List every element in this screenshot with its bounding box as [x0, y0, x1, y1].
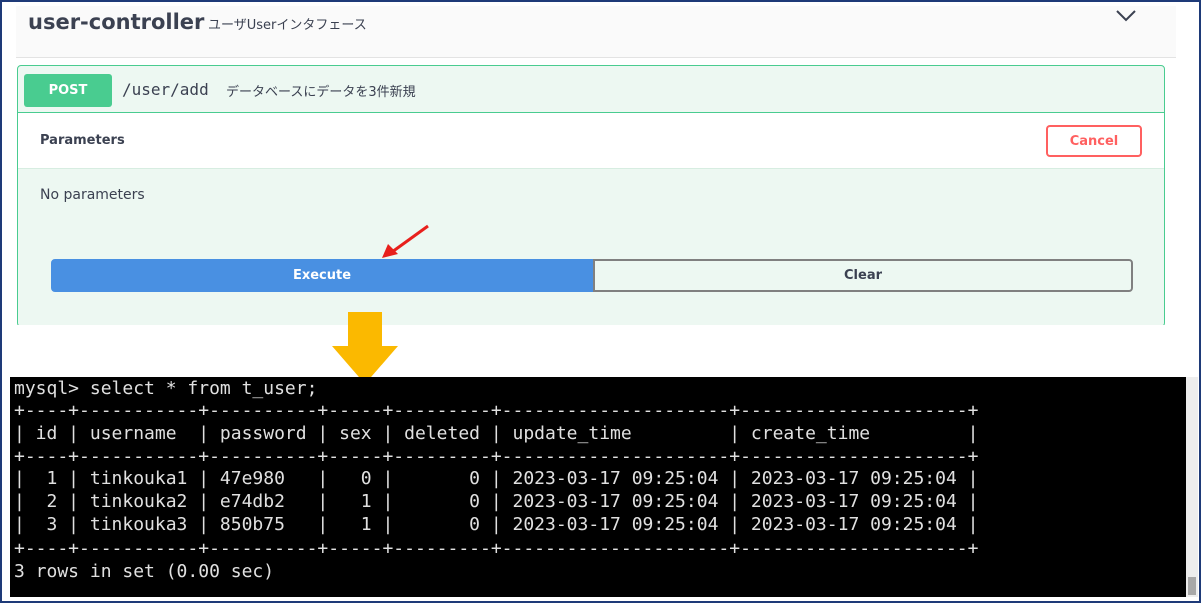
controller-header[interactable]: user-controller ユーザUserインタフェース — [16, 6, 1176, 58]
clear-button[interactable]: Clear — [593, 259, 1133, 292]
execute-button[interactable]: Execute — [51, 259, 593, 292]
terminal-result: 3 rows in set (0.00 sec) — [14, 561, 275, 582]
terminal-row: | 3 | tinkouka3 | 850b75 | 1 | 0 | 2023-… — [14, 514, 979, 535]
cancel-button[interactable]: Cancel — [1046, 125, 1142, 157]
screenshot-frame: user-controller ユーザUserインタフェース POST /use… — [0, 0, 1201, 603]
arrow-pointer-icon — [382, 224, 429, 258]
no-parameters-text: No parameters — [40, 187, 145, 203]
scrollbar-thumb[interactable] — [1188, 577, 1196, 595]
terminal-separator: +----+-----------+----------+-----+-----… — [14, 446, 979, 467]
terminal-row: | 1 | tinkouka1 | 47e980 | 0 | 0 | 2023-… — [14, 468, 979, 489]
parameters-header: Parameters Cancel — [18, 113, 1164, 169]
terminal-scrollbar[interactable] — [1186, 377, 1198, 597]
terminal-command: mysql> select * from t_user; — [14, 378, 318, 399]
chevron-down-icon[interactable] — [1115, 8, 1137, 24]
controller-title: user-controller — [28, 10, 205, 34]
arrow-down-icon — [332, 312, 398, 384]
operation-block: POST /user/add データベースにデータを3件新規 Parameter… — [17, 65, 1165, 327]
execute-wrapper: Execute Clear — [51, 259, 1133, 292]
terminal-window: mysql> select * from t_user; +----+-----… — [10, 377, 1186, 597]
operation-description: データベースにデータを3件新規 — [226, 85, 416, 100]
terminal-row: | 2 | tinkouka2 | e74db2 | 1 | 0 | 2023-… — [14, 491, 979, 512]
terminal-separator: +----+-----------+----------+-----+-----… — [14, 400, 979, 421]
method-badge: POST — [24, 74, 112, 107]
terminal-separator: +----+-----------+----------+-----+-----… — [14, 538, 979, 559]
operation-summary[interactable]: POST /user/add データベースにデータを3件新規 — [18, 66, 1164, 113]
controller-description: ユーザUserインタフェース — [208, 18, 367, 33]
cutoff-area — [4, 325, 1199, 377]
operation-path: /user/add — [122, 80, 209, 99]
terminal-header: | id | username | password | sex | delet… — [14, 423, 979, 444]
parameters-title: Parameters — [40, 133, 125, 148]
